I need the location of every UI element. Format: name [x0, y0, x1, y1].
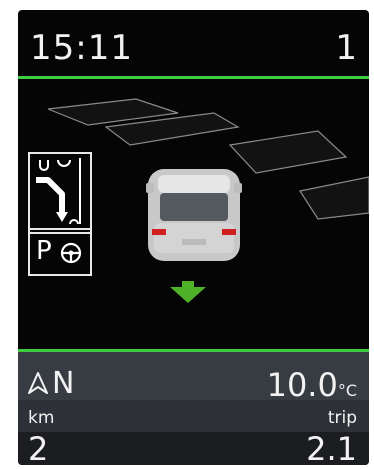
park-assist-indicator: P	[28, 228, 92, 276]
trip-label: trip	[327, 408, 357, 428]
parking-space	[228, 130, 348, 174]
direction-arrow-icon	[170, 281, 206, 303]
parking-space	[299, 176, 369, 220]
parking-maneuver-icon	[36, 158, 81, 225]
clock-time: 15:11	[30, 28, 133, 68]
temperature-value: 10.0	[266, 366, 338, 404]
temperature-unit: °C	[337, 381, 357, 400]
car-icon	[146, 169, 242, 261]
distance-label: km	[28, 408, 55, 428]
parking-maneuver-panel	[28, 152, 92, 234]
compass-direction: N	[52, 366, 75, 401]
steering-wheel-icon	[60, 242, 82, 264]
display-screen: 15:11 1 P N 10.0°C km trip 2 2.1	[18, 10, 369, 465]
distance-value: 2	[28, 430, 49, 465]
park-label: P	[36, 236, 52, 266]
outside-temperature: 10.0°C	[267, 366, 357, 404]
gear-indicator: 1	[335, 28, 357, 68]
status-bar: 15:11 1	[18, 10, 369, 76]
compass-arrow-icon	[28, 372, 48, 394]
trip-info-panel: N 10.0°C km trip 2 2.1	[18, 352, 369, 465]
trip-value: 2.1	[306, 430, 357, 465]
